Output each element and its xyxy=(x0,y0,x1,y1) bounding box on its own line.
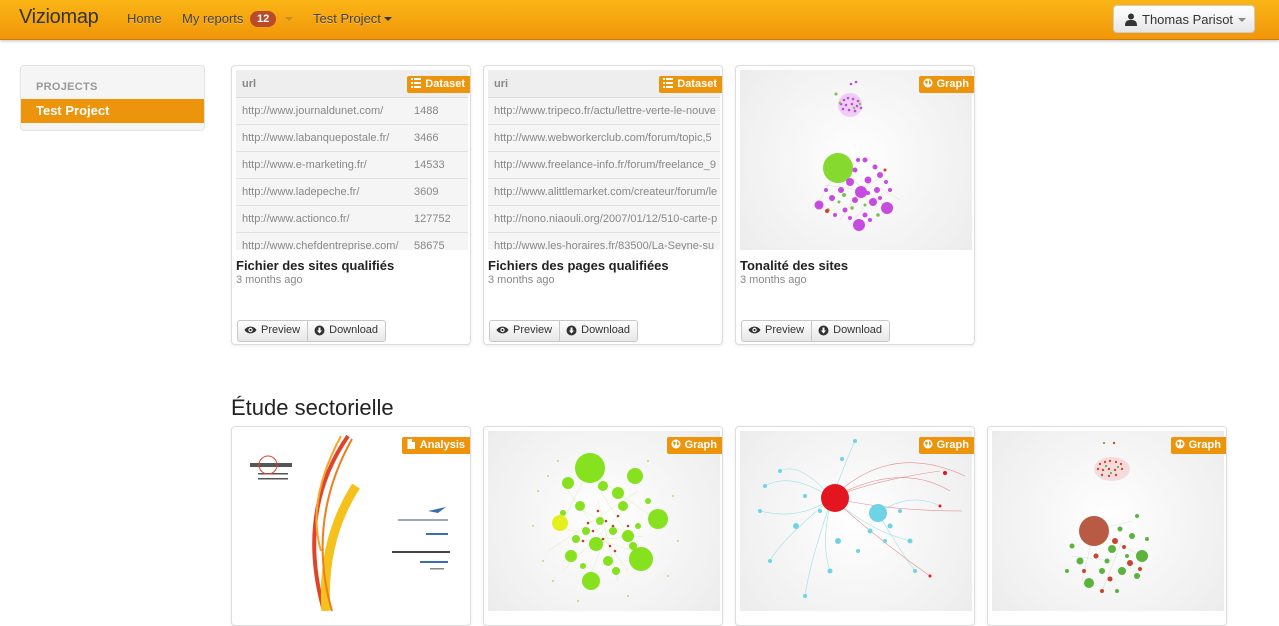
card-actions: Preview Download xyxy=(237,320,387,342)
type-badge-graph: Graph xyxy=(918,76,974,93)
report-card[interactable]: Graph xyxy=(735,426,975,626)
card-timestamp: 3 months ago xyxy=(740,274,807,286)
table-row: http://nono.niaouli.org/2007/01/12/510-c… xyxy=(488,206,720,233)
card-title[interactable]: Fichiers des pages qualifiées xyxy=(488,258,669,273)
eye-icon xyxy=(748,326,761,334)
table-row: http://www.e-marketing.fr/14533 xyxy=(236,152,468,179)
download-button[interactable]: Download xyxy=(308,320,387,342)
card-timestamp: 3 months ago xyxy=(236,274,303,286)
type-badge-analysis: Analysis xyxy=(401,437,470,454)
table-row: http://www.tripeco.fr/actu/lettre-verte-… xyxy=(488,98,720,125)
eye-icon xyxy=(496,326,509,334)
card-actions: Preview Download xyxy=(741,320,891,342)
report-card[interactable]: Graph xyxy=(483,426,723,626)
table-row: http://www.labanquepostale.fr/3466 xyxy=(236,125,468,152)
top-navbar: Viziomap Home My reports 12 Test Project… xyxy=(0,0,1279,40)
user-icon xyxy=(1125,13,1137,26)
brand-logo[interactable]: Viziomap xyxy=(19,6,99,29)
list-icon xyxy=(663,78,674,88)
network-graph-image xyxy=(758,439,966,598)
globe-icon xyxy=(671,439,681,449)
chevron-down-icon[interactable] xyxy=(285,17,293,21)
user-menu-button[interactable]: Thomas Parisot xyxy=(1113,5,1255,33)
sidebar-header: PROJECTS xyxy=(36,81,98,93)
network-graph-image xyxy=(532,453,679,602)
chevron-down-icon[interactable] xyxy=(384,17,392,21)
table-row: http://www.actionco.fr/127752 xyxy=(236,206,468,233)
download-icon xyxy=(566,325,577,336)
type-badge-dataset: Dataset xyxy=(407,76,470,93)
projects-sidebar: PROJECTS Test Project xyxy=(20,65,205,131)
card-title[interactable]: Tonalité des sites xyxy=(740,258,848,273)
analysis-thumbnail[interactable] xyxy=(236,431,468,611)
report-card[interactable]: Graph xyxy=(987,426,1227,626)
table-header: uri xyxy=(494,78,509,90)
card-timestamp: 3 months ago xyxy=(488,274,555,286)
graph-thumbnail[interactable] xyxy=(740,70,972,250)
network-graph-image xyxy=(1065,441,1149,593)
table-header: url xyxy=(242,78,257,90)
chevron-down-icon xyxy=(1238,18,1246,22)
table-row: http://www.webworkerclub.com/forum/topic… xyxy=(488,125,720,152)
preview-button[interactable]: Preview xyxy=(489,320,561,342)
table-row: http://www.freelance-info.fr/forum/freel… xyxy=(488,152,720,179)
report-card[interactable]: Analysis xyxy=(231,426,471,626)
nav-my-reports-link[interactable]: My reports xyxy=(182,11,243,26)
nav-home-link[interactable]: Home xyxy=(127,11,162,26)
download-button[interactable]: Download xyxy=(812,320,891,342)
globe-icon xyxy=(1175,439,1185,449)
preview-button[interactable]: Preview xyxy=(237,320,309,342)
document-cover-image xyxy=(250,434,450,611)
download-icon xyxy=(818,325,829,336)
graph-thumbnail[interactable] xyxy=(488,431,720,611)
type-badge-graph: Graph xyxy=(1170,437,1226,454)
report-card[interactable]: Graph Tonalité des sites 3 months ago Pr… xyxy=(735,65,975,345)
dataset-thumbnail[interactable]: uri http://www.tripeco.fr/actu/lettre-ve… xyxy=(488,70,720,250)
type-badge-dataset: Dataset xyxy=(659,76,722,93)
table-row: http://www.alittlemarket.com/createur/fo… xyxy=(488,179,720,206)
globe-icon xyxy=(923,78,933,88)
globe-icon xyxy=(923,439,933,449)
report-card[interactable]: uri http://www.tripeco.fr/actu/lettre-ve… xyxy=(483,65,723,345)
report-card[interactable]: url http://www.journaldunet.com/1488 htt… xyxy=(231,65,471,345)
sidebar-item-test-project[interactable]: Test Project xyxy=(21,99,204,123)
dataset-thumbnail[interactable]: url http://www.journaldunet.com/1488 htt… xyxy=(236,70,468,250)
download-button[interactable]: Download xyxy=(560,320,639,342)
section-title: Étude sectorielle xyxy=(231,395,394,420)
table-row: http://www.journaldunet.com/1488 xyxy=(236,98,468,125)
type-badge-graph: Graph xyxy=(918,437,974,454)
card-title[interactable]: Fichier des sites qualifiés xyxy=(236,258,394,273)
file-icon xyxy=(407,439,415,449)
table-row: http://www.ladepeche.fr/3609 xyxy=(236,179,468,206)
type-badge-graph: Graph xyxy=(666,437,722,454)
download-icon xyxy=(314,325,325,336)
network-graph-image xyxy=(814,80,901,231)
preview-button[interactable]: Preview xyxy=(741,320,813,342)
list-icon xyxy=(411,78,422,88)
nav-project-dropdown[interactable]: Test Project xyxy=(313,11,381,26)
reports-count-badge: 12 xyxy=(250,11,277,27)
graph-thumbnail[interactable] xyxy=(992,431,1224,611)
graph-thumbnail[interactable] xyxy=(740,431,972,611)
eye-icon xyxy=(244,326,257,334)
table-row: http://www.les-horaires.fr/83500/La-Seyn… xyxy=(488,233,720,250)
table-row: http://www.chefdentreprise.com/58675 xyxy=(236,233,468,250)
card-actions: Preview Download xyxy=(489,320,639,342)
user-name: Thomas Parisot xyxy=(1142,12,1234,27)
